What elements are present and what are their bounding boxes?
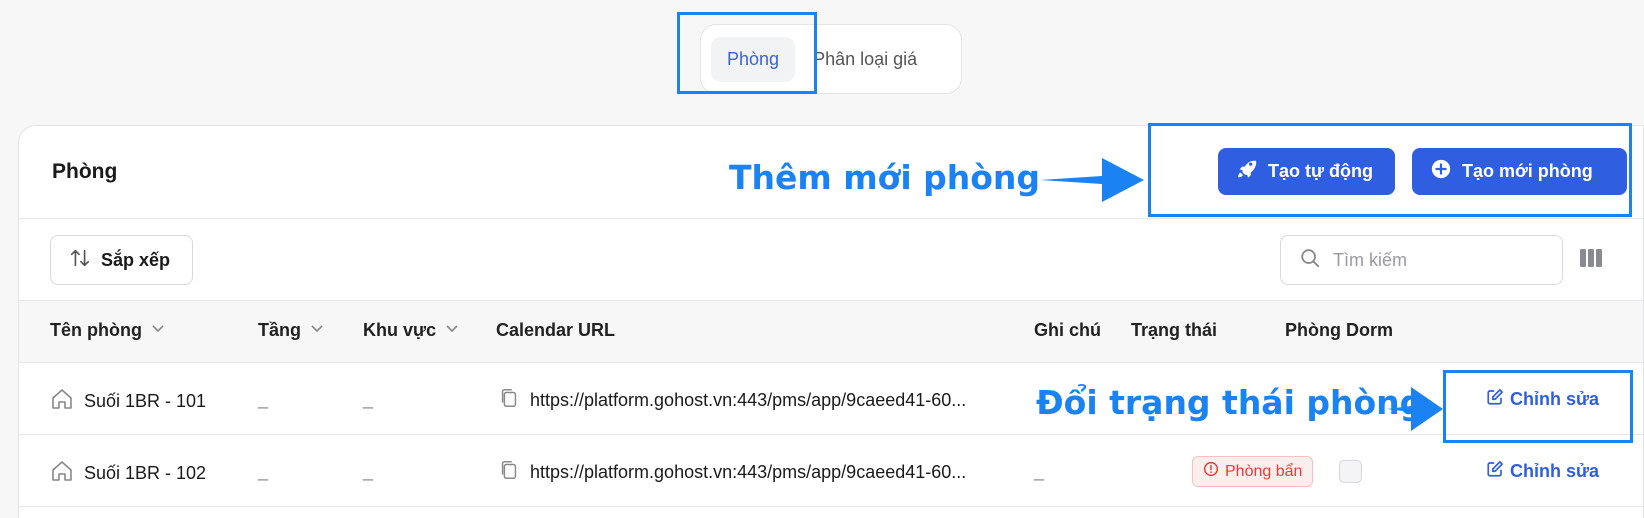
column-header-floor[interactable]: Tầng [258, 320, 325, 341]
home-icon [50, 387, 74, 416]
status-label: Phòng bẩn [1225, 462, 1303, 480]
copy-icon[interactable] [498, 459, 520, 486]
column-header-status: Trạng thái [1131, 320, 1217, 341]
annotation-add-room: Thêm mới phòng [729, 158, 1041, 197]
copy-icon[interactable] [498, 387, 520, 414]
highlight-box-add-room [1148, 123, 1632, 217]
column-note-label: Ghi chú [1034, 320, 1101, 340]
chevron-down-icon [309, 320, 325, 341]
alert-circle-icon [1203, 461, 1219, 482]
tab-price-category[interactable]: Phân loại giá [807, 37, 933, 82]
column-dorm-label: Phòng Dorm [1285, 320, 1393, 340]
chevron-down-icon [444, 320, 460, 341]
dorm-checkbox[interactable] [1339, 460, 1362, 483]
column-status-label: Trạng thái [1131, 320, 1218, 340]
room-name: Suối 1BR - 101 [84, 391, 207, 411]
edit-icon [1486, 460, 1504, 483]
table-toolbar: Sắp xếp [19, 219, 1643, 301]
column-header-name[interactable]: Tên phòng [50, 320, 166, 341]
home-icon [50, 459, 74, 488]
table-header: Tên phòng Tầng Khu vực Calendar URL Ghi … [19, 301, 1643, 363]
status-badge[interactable]: Phòng bẩn [1192, 456, 1314, 487]
note-value: _ [1034, 461, 1045, 481]
search-icon [1299, 247, 1321, 274]
highlight-box-edit [1443, 370, 1633, 443]
calendar-url-cell: https://platform.gohost.vn:443/pms/app/9… [498, 459, 966, 486]
room-name-cell: Suối 1BR - 101 [50, 387, 206, 416]
column-header-note: Ghi chú [1034, 320, 1101, 341]
column-header-dorm: Phòng Dorm [1285, 320, 1393, 341]
area-value: _ [363, 461, 374, 481]
table-row: Suối 1BR - 102 _ _ https://platform.goho… [19, 435, 1643, 507]
page-title: Phòng [52, 160, 118, 183]
sort-button[interactable]: Sắp xếp [50, 235, 193, 285]
calendar-url: https://platform.gohost.vn:443/pms/app/9… [530, 390, 967, 410]
calendar-url: https://platform.gohost.vn:443/pms/app/9… [530, 462, 967, 482]
sort-icon [69, 247, 91, 274]
room-name-cell: Suối 1BR - 102 [50, 459, 206, 488]
floor-value: _ [258, 389, 269, 409]
room-name: Suối 1BR - 102 [84, 463, 207, 483]
search-box [1280, 235, 1563, 285]
floor-value: _ [258, 461, 269, 481]
column-header-calendar: Calendar URL [496, 320, 615, 341]
edit-button[interactable]: Chỉnh sửa [1486, 460, 1599, 483]
area-value: _ [363, 389, 374, 409]
column-floor-label: Tầng [258, 320, 301, 340]
column-header-area[interactable]: Khu vực [363, 320, 460, 341]
sort-label: Sắp xếp [101, 249, 171, 270]
column-area-label: Khu vực [363, 320, 437, 340]
annotation-change-status: Đổi trạng thái phòng [1036, 383, 1424, 422]
arrow-icon [1040, 158, 1144, 202]
column-calendar-label: Calendar URL [496, 320, 616, 340]
chevron-down-icon [150, 320, 166, 341]
search-input[interactable] [1333, 249, 1533, 271]
columns-icon[interactable] [1579, 247, 1603, 274]
highlight-box-tab [677, 12, 817, 94]
edit-label: Chỉnh sửa [1510, 461, 1600, 481]
column-name-label: Tên phòng [50, 320, 142, 340]
calendar-url-cell: https://platform.gohost.vn:443/pms/app/9… [498, 387, 966, 414]
arrow-icon [1387, 387, 1443, 431]
